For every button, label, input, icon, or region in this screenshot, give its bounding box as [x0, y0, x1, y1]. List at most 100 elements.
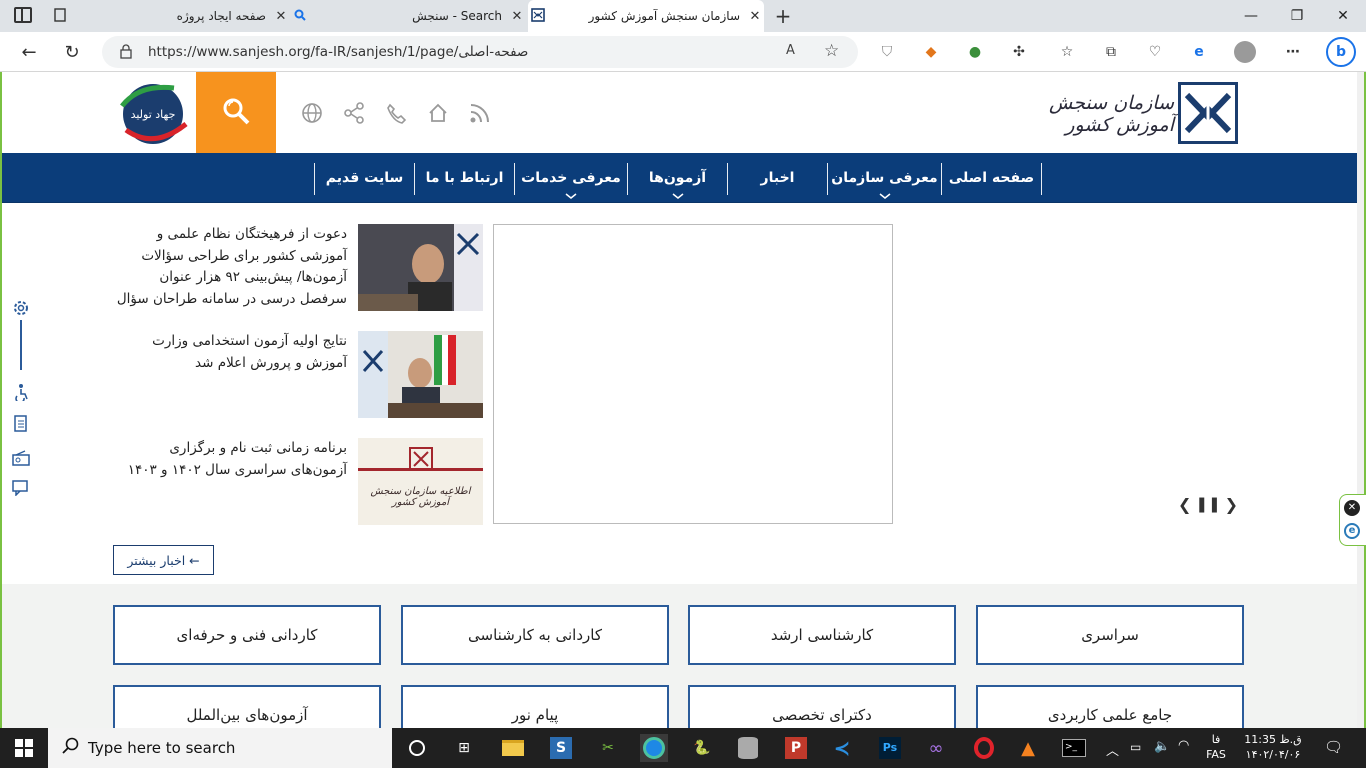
slider-next-icon[interactable]: ❯	[1225, 495, 1238, 514]
new-tab-button[interactable]: +	[772, 4, 794, 28]
shield-extension-icon[interactable]: ⛉	[876, 41, 898, 63]
notifications-icon[interactable]: 🗨	[1324, 738, 1343, 756]
photoshop-icon[interactable]: Ps	[876, 734, 904, 762]
site-header: سازمان سنجش آموزش کشور جهاد تولید	[0, 72, 1366, 154]
news-thumbnail[interactable]	[358, 224, 483, 311]
news-thumbnail[interactable]	[358, 331, 483, 418]
settings-gear-icon[interactable]	[10, 298, 32, 318]
category-kardani-fanni[interactable]: کاردانی فنی و حرفه‌ای	[113, 605, 381, 665]
globe-language-icon[interactable]	[299, 100, 325, 126]
category-karshenasi-arshad[interactable]: کارشناسی ارشد	[688, 605, 956, 665]
tray-chevron-icon[interactable]: ︿	[1106, 740, 1119, 759]
phone-icon[interactable]	[383, 100, 409, 126]
close-tab-icon[interactable]: ✕	[272, 9, 290, 24]
site-logo-text[interactable]: سازمان سنجش آموزش کشور	[1040, 92, 1174, 136]
extensions-icon[interactable]: ✣	[1008, 41, 1030, 63]
lock-icon[interactable]	[120, 44, 132, 63]
task-view-icon[interactable]: ⊞	[450, 734, 478, 762]
ie-icon[interactable]: e	[1344, 523, 1360, 539]
share-icon[interactable]	[341, 100, 367, 126]
visual-studio-icon[interactable]: ∞	[922, 734, 950, 762]
news-item[interactable]: دعوت از فرهیختگان نظام علمی و آموزشی کشو…	[117, 224, 483, 312]
ie-mode-icon[interactable]: e	[1188, 41, 1210, 63]
close-window-button[interactable]: ✕	[1320, 0, 1366, 32]
favorites-icon[interactable]: ☆	[1056, 41, 1078, 63]
news-title[interactable]: نتایج اولیه آزمون استخدامی وزارت آموزش و…	[115, 331, 347, 374]
favorite-star-icon[interactable]: ☆	[824, 41, 839, 61]
vlc-icon[interactable]: ▲	[1014, 734, 1042, 762]
taskbar-search-box[interactable]: Type here to search	[48, 728, 392, 768]
windows-start-icon[interactable]	[10, 734, 38, 762]
nav-contact[interactable]: ارتباط با ما	[415, 153, 514, 203]
database-icon[interactable]	[734, 734, 762, 762]
news-title[interactable]: برنامه زمانی ثبت نام و برگزاری آزمون‌های…	[115, 438, 347, 481]
document-list-icon[interactable]	[10, 414, 32, 434]
browser-tab-1[interactable]: صفحه ایجاد پروژه ✕	[50, 0, 290, 32]
category-sarasari[interactable]: سراسری	[976, 605, 1244, 665]
news-thumbnail-caption: اطلاعیه سازمان سنجش آموزش کشور	[370, 486, 471, 508]
category-payam-noor[interactable]: پیام نور	[401, 685, 669, 728]
site-logo-icon[interactable]	[1178, 82, 1238, 144]
read-aloud-icon[interactable]: A	[786, 43, 795, 58]
browser-tab-2[interactable]: سنجش - Search ✕	[290, 0, 526, 32]
bing-copilot-icon[interactable]: b	[1326, 37, 1356, 67]
metamask-extension-icon[interactable]: ◆	[920, 41, 942, 63]
news-slider[interactable]	[493, 224, 893, 524]
category-jame-elmi-karbordi[interactable]: جامع علمی کاربردی	[976, 685, 1244, 728]
accessibility-icon[interactable]	[10, 382, 32, 402]
refresh-button[interactable]: ↻	[57, 38, 87, 66]
news-title[interactable]: دعوت از فرهیختگان نظام علمی و آموزشی کشو…	[115, 224, 347, 310]
tab-actions-icon[interactable]	[14, 7, 32, 23]
category-kardani-be-karshenasi[interactable]: کاردانی به کارشناسی	[401, 605, 669, 665]
news-item[interactable]: اطلاعیه سازمان سنجش آموزش کشور برنامه زم…	[120, 438, 483, 526]
restore-button[interactable]: ❐	[1274, 0, 1320, 32]
edge-browser-icon[interactable]	[640, 734, 668, 762]
nav-exams[interactable]: آزمون‌ها	[628, 153, 727, 203]
clock[interactable]: 11:35 ق.ظ ۱۴۰۲/۰۴/۰۶	[1238, 732, 1308, 762]
news-thumbnail[interactable]: اطلاعیه سازمان سنجش آموزش کشور	[358, 438, 483, 525]
volume-icon[interactable]: 🔈	[1154, 739, 1170, 754]
close-tab-icon[interactable]: ✕	[508, 9, 526, 24]
nav-about[interactable]: معرفی سازمان	[828, 153, 941, 203]
performance-icon[interactable]: ♡	[1144, 41, 1166, 63]
profile-avatar[interactable]	[1234, 41, 1256, 63]
site-search-button[interactable]	[196, 72, 276, 153]
more-options-icon[interactable]: ⋯	[1282, 41, 1304, 63]
rss-icon[interactable]	[467, 100, 493, 126]
cortana-icon[interactable]	[403, 734, 431, 762]
minimize-button[interactable]: —	[1228, 0, 1274, 32]
address-bar[interactable]: https://www.sanjesh.org/fa-IR/sanjesh/1/…	[102, 36, 858, 68]
file-explorer-icon[interactable]	[499, 734, 527, 762]
collections-icon[interactable]: ⧉	[1100, 41, 1122, 63]
slider-prev-icon[interactable]: ❮	[1178, 495, 1191, 514]
language-indicator[interactable]: فا FAS	[1204, 732, 1228, 762]
radio-icon[interactable]	[10, 448, 32, 468]
home-icon[interactable]	[425, 100, 451, 126]
tool-icon[interactable]: ✂	[594, 734, 622, 762]
nav-services[interactable]: معرفی خدمات	[515, 153, 627, 203]
app-s-icon[interactable]: S	[547, 734, 575, 762]
wifi-icon[interactable]: ◠	[1178, 738, 1189, 753]
back-button[interactable]: ←	[14, 38, 44, 66]
browser-tab-active[interactable]: سازمان سنجش آموزش کشور ✕	[528, 0, 764, 32]
more-news-button[interactable]: اخبار بیشتر ←	[113, 545, 214, 575]
close-circle-icon[interactable]: ✕	[1344, 500, 1360, 516]
news-item[interactable]: نتایج اولیه آزمون استخدامی وزارت آموزش و…	[120, 331, 483, 419]
nav-home[interactable]: صفحه اصلی	[942, 153, 1041, 203]
nav-old-site[interactable]: سایت قدیم	[315, 153, 414, 203]
slider-pause-icon[interactable]: ❚❚	[1195, 495, 1220, 513]
nav-news[interactable]: اخبار	[728, 153, 827, 203]
category-international[interactable]: آزمون‌های بین‌الملل	[113, 685, 381, 728]
python-icon[interactable]: 🐍	[688, 734, 716, 762]
category-doctorate[interactable]: دکترای تخصصی	[688, 685, 956, 728]
windows-taskbar: Type here to search ⊞ S ✂ 🐍 P ≺ Ps ∞ ▲ >…	[0, 728, 1366, 768]
close-tab-icon[interactable]: ✕	[746, 9, 764, 24]
battery-icon[interactable]: ▭	[1130, 740, 1141, 754]
vscode-icon[interactable]: ≺	[828, 734, 856, 762]
postman-icon[interactable]: P	[782, 734, 810, 762]
terminal-icon[interactable]: >_	[1060, 734, 1088, 762]
side-extension-panel: ✕ e	[1339, 494, 1366, 546]
globe-extension-icon[interactable]: ●	[964, 41, 986, 63]
opera-icon[interactable]	[970, 734, 998, 762]
chat-icon[interactable]	[10, 478, 32, 498]
